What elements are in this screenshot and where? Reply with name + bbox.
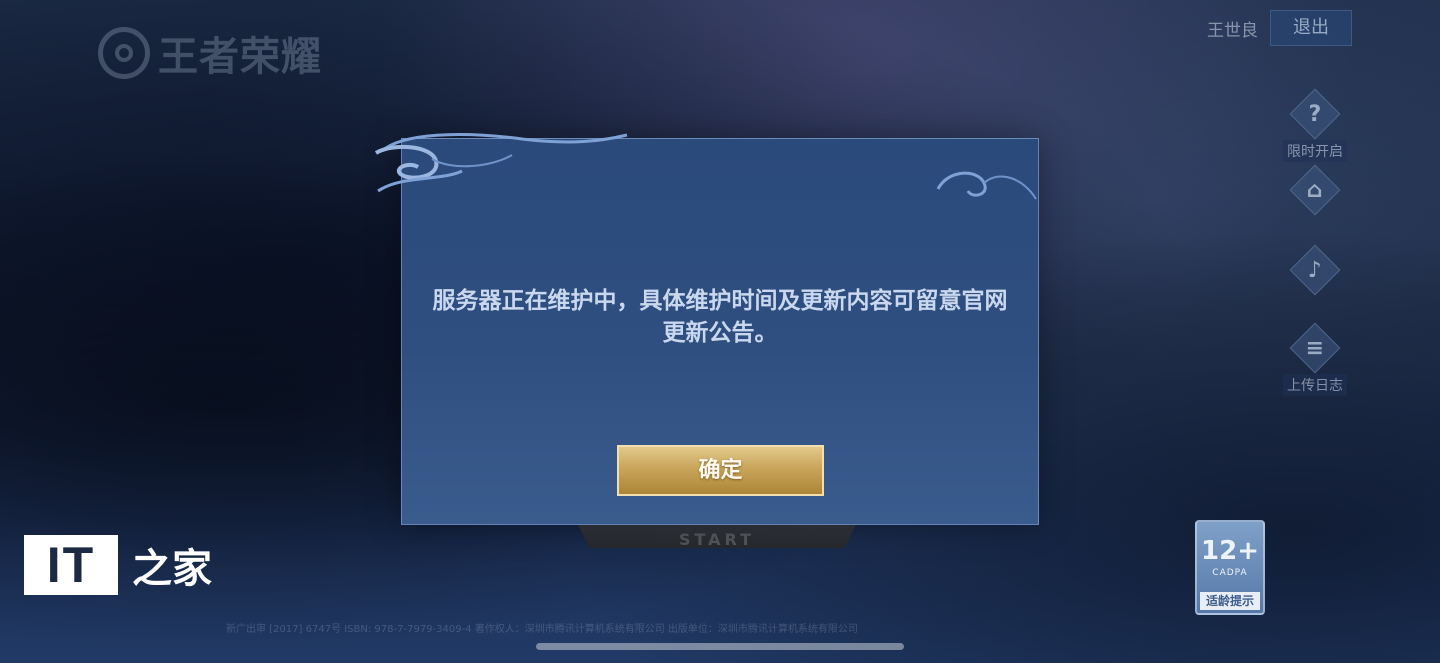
- clipboard-icon: ≡: [1289, 322, 1341, 374]
- cloud-swirl-decoration-right: [936, 171, 1037, 200]
- home-indicator[interactable]: [536, 643, 904, 650]
- ithome-watermark: IT 之家: [24, 535, 212, 595]
- cloud-swirl-decoration: [374, 133, 628, 193]
- side-item-label: 限时开启: [1283, 140, 1347, 162]
- speaker-icon: ♪: [1289, 244, 1341, 296]
- side-item-gamepad[interactable]: ⌂: [1289, 164, 1341, 216]
- username: 王世良: [1207, 20, 1258, 41]
- confirm-button[interactable]: 确定: [617, 445, 824, 496]
- game-logo: 王者荣耀: [98, 24, 322, 82]
- game-logo-text: 王者荣耀: [158, 34, 322, 80]
- dialog-message: 服务器正在维护中，具体维护时间及更新内容可留意官网更新公告。: [432, 288, 1008, 346]
- question-icon: ?: [1289, 88, 1341, 140]
- ithome-logo-text: 之家: [132, 545, 212, 592]
- logout-button[interactable]: 退出: [1270, 10, 1352, 46]
- gamepad-icon: ⌂: [1289, 164, 1341, 216]
- age-rating-badge[interactable]: 12+ CADPA 适龄提示: [1195, 520, 1265, 615]
- side-item-upload-log[interactable]: ≡ 上传日志: [1283, 322, 1347, 396]
- side-item-limited[interactable]: ? 限时开启: [1283, 88, 1347, 162]
- footer-legal-text: 新广出审 [2017] 6747号 ISBN: 978-7-7979-3409-…: [226, 624, 858, 635]
- maintenance-dialog: 服务器正在维护中，具体维护时间及更新内容可留意官网更新公告。 确定: [374, 133, 1039, 525]
- age-rating-org: CADPA: [1212, 568, 1248, 578]
- ithome-logo-box: IT: [24, 535, 118, 595]
- user-area: 王世良 退出: [1207, 10, 1352, 46]
- side-item-label: 上传日志: [1283, 374, 1347, 396]
- age-rating-tip: 适龄提示: [1200, 592, 1260, 610]
- game-logo-icon: [98, 27, 150, 79]
- side-item-sound[interactable]: ♪: [1289, 244, 1341, 296]
- age-rating-number: 12+: [1201, 536, 1259, 566]
